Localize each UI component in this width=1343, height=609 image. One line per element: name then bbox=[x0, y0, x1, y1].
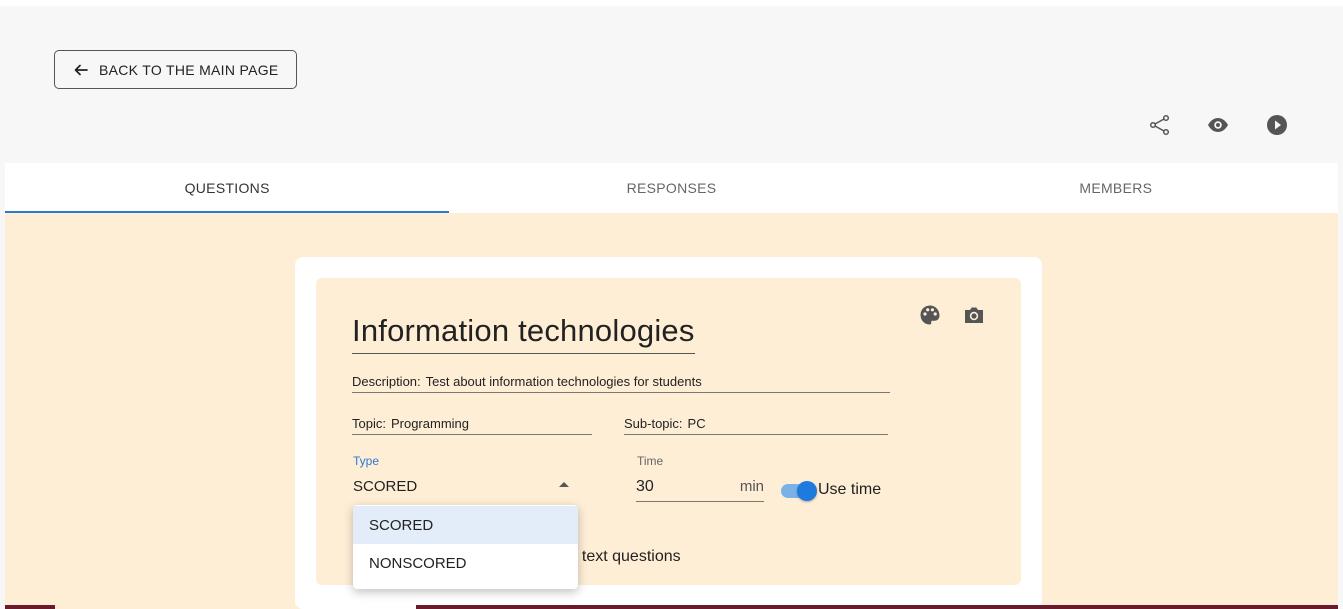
type-select[interactable]: SCORED bbox=[353, 478, 417, 495]
share-icon[interactable] bbox=[1147, 112, 1173, 138]
use-time-toggle[interactable] bbox=[781, 481, 817, 501]
subtopic-field[interactable]: Sub-topic: PC bbox=[624, 416, 888, 435]
play-icon[interactable] bbox=[1264, 112, 1290, 138]
tab-responses[interactable]: RESPONSES bbox=[449, 163, 893, 213]
eye-icon[interactable] bbox=[1205, 112, 1231, 138]
topic-label: Topic: bbox=[352, 416, 386, 431]
tab-questions[interactable]: QUESTIONS bbox=[5, 163, 450, 213]
partially-hidden-text: f text questions bbox=[573, 548, 681, 565]
time-input[interactable]: 30 min bbox=[636, 476, 764, 502]
topic-field[interactable]: Topic: Programming bbox=[352, 416, 592, 435]
tab-bar: QUESTIONS RESPONSES MEMBERS bbox=[5, 163, 1338, 213]
arrow-left-icon bbox=[74, 64, 88, 75]
camera-icon[interactable] bbox=[962, 303, 986, 327]
description-field[interactable]: Description: Test about information tech… bbox=[352, 374, 890, 393]
subtopic-label: Sub-topic: bbox=[624, 416, 683, 431]
palette-icon[interactable] bbox=[918, 303, 942, 327]
tab-responses-label: RESPONSES bbox=[626, 180, 717, 196]
menu-item-scored[interactable]: SCORED bbox=[353, 506, 578, 544]
type-dropdown-menu: SCORED NONSCORED bbox=[353, 505, 578, 589]
description-label: Description: bbox=[352, 374, 421, 389]
bottom-edge bbox=[416, 605, 1338, 609]
quiz-title[interactable]: Information technologies bbox=[352, 313, 695, 354]
back-to-main-button[interactable]: BACK TO THE MAIN PAGE bbox=[54, 50, 297, 89]
top-divider bbox=[0, 0, 1343, 6]
time-label: Time bbox=[637, 454, 664, 468]
tab-members-label: MEMBERS bbox=[1079, 180, 1153, 196]
use-time-label: Use time bbox=[818, 481, 882, 498]
time-value: 30 bbox=[636, 478, 654, 495]
description-value: Test about information technologies for … bbox=[425, 374, 702, 389]
tab-members[interactable]: MEMBERS bbox=[894, 163, 1338, 213]
toggle-knob bbox=[797, 481, 817, 501]
subtopic-value: PC bbox=[687, 416, 706, 431]
tab-questions-label: QUESTIONS bbox=[184, 180, 270, 196]
menu-item-nonscored[interactable]: NONSCORED bbox=[353, 544, 578, 582]
time-unit: min bbox=[739, 478, 764, 495]
caret-up-icon[interactable] bbox=[559, 482, 569, 487]
type-label: Type bbox=[353, 454, 380, 468]
topic-value: Programming bbox=[390, 416, 469, 431]
back-to-main-label: BACK TO THE MAIN PAGE bbox=[99, 61, 279, 78]
bottom-edge bbox=[5, 605, 55, 609]
